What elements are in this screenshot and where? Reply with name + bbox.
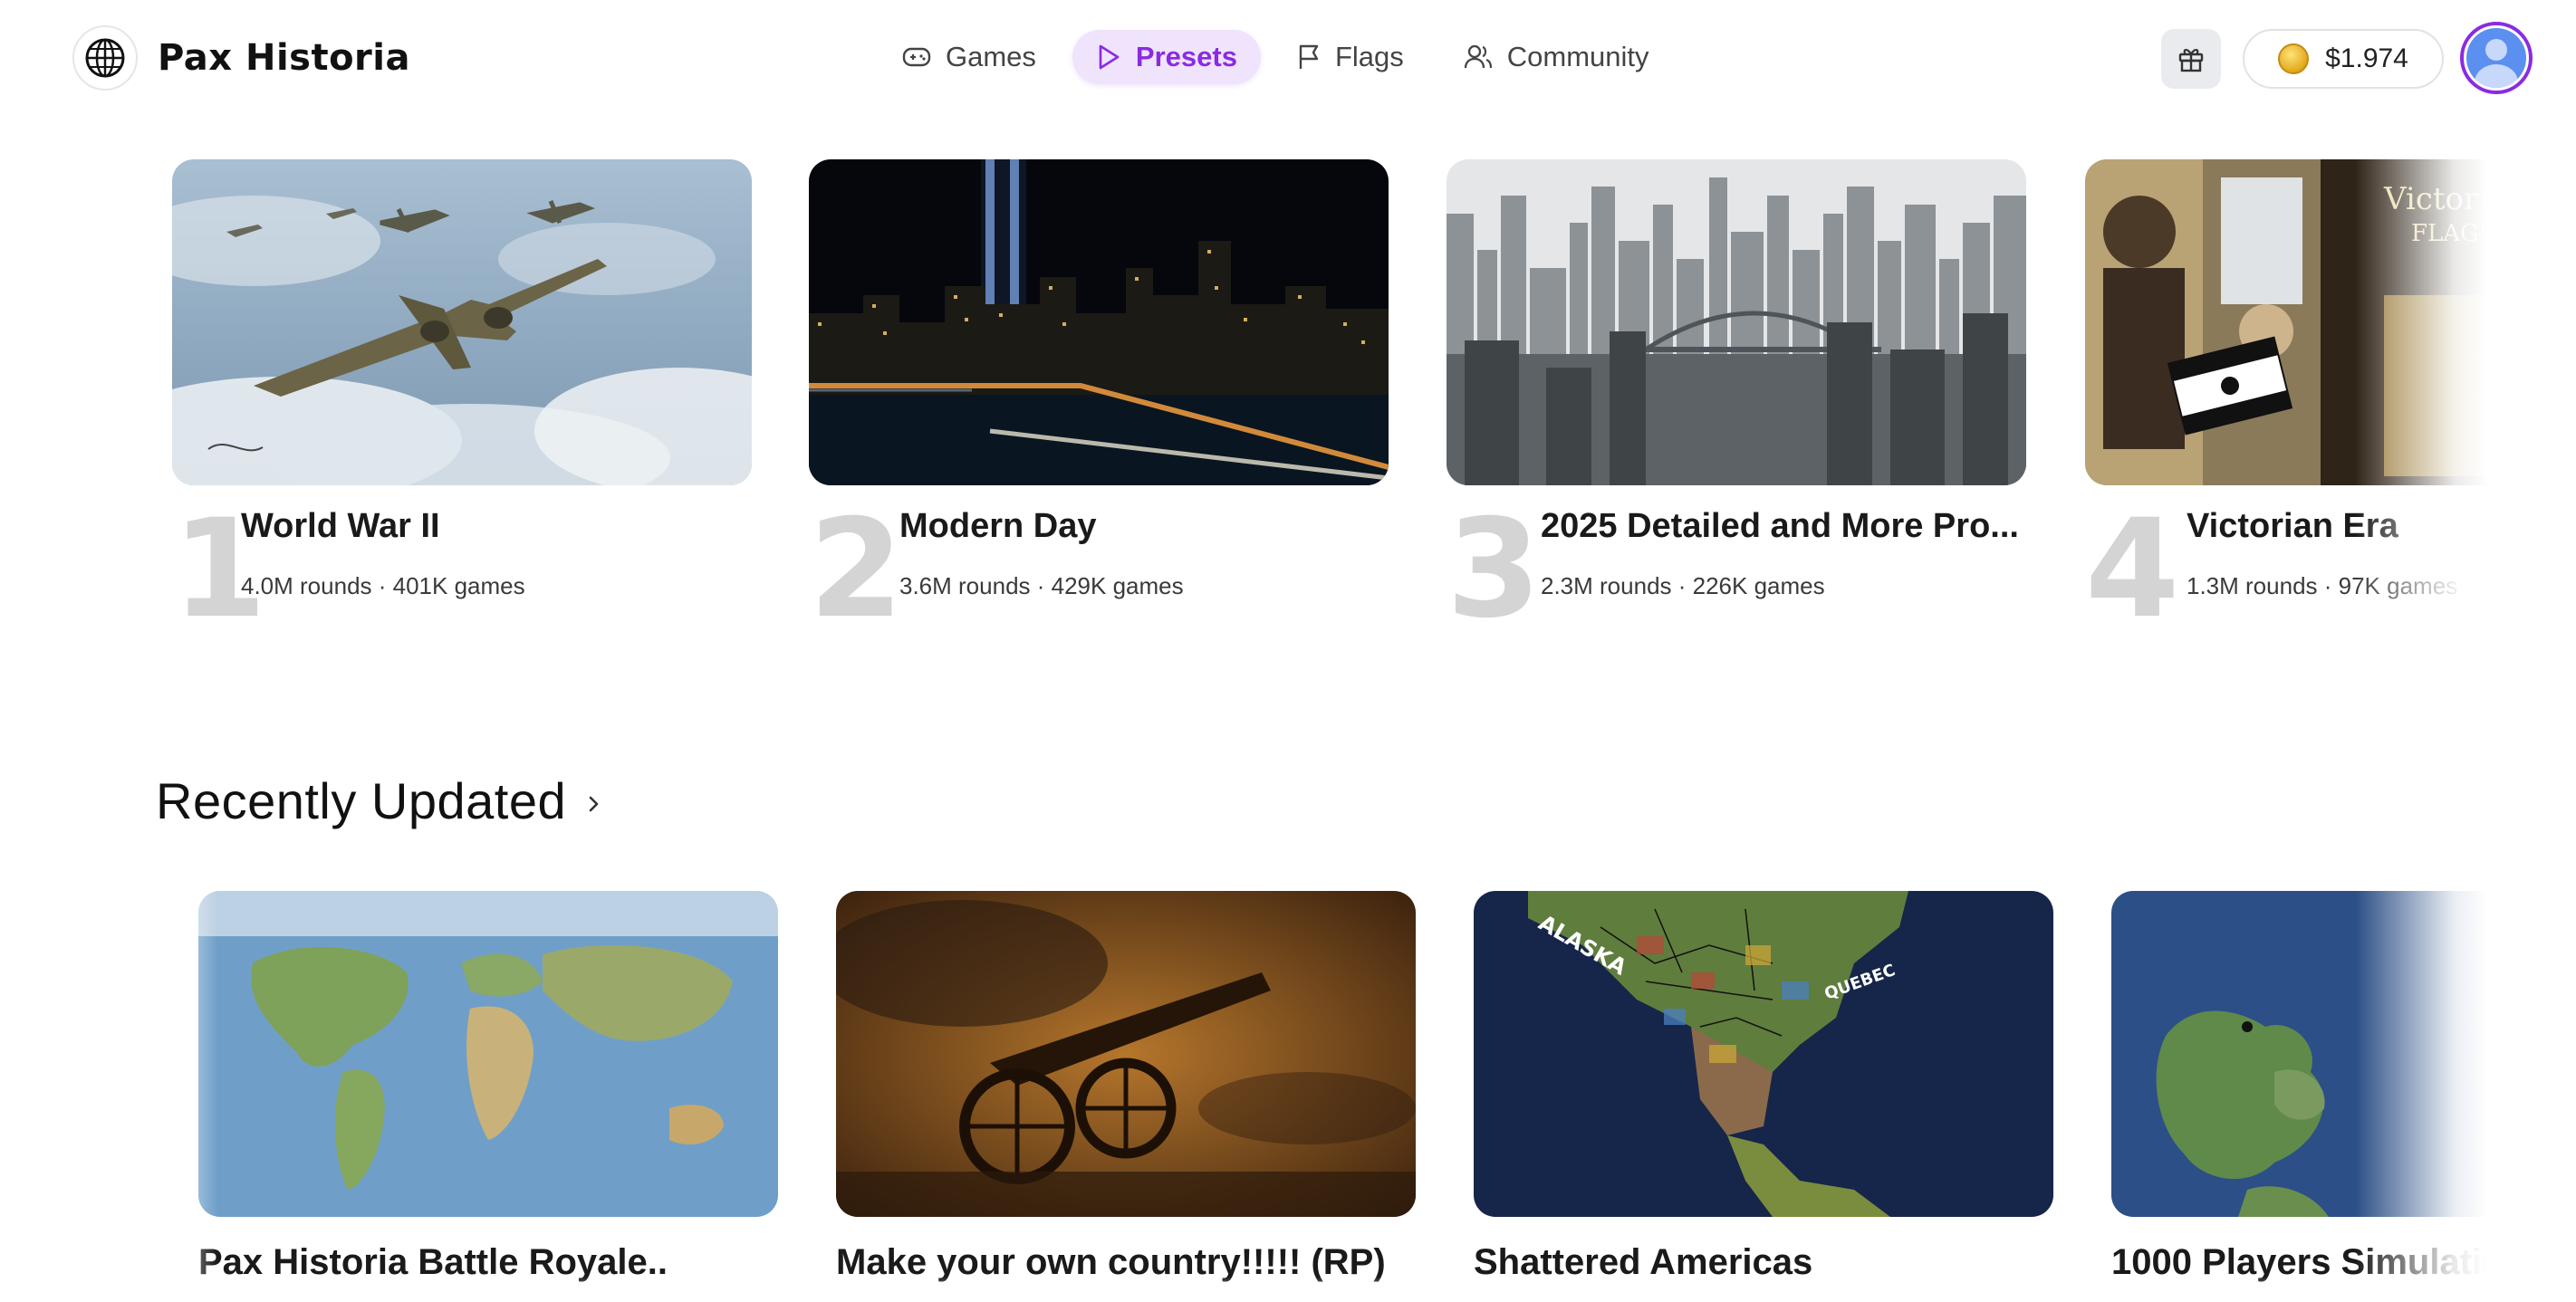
preset-stats: 4.0M rounds · 401K games <box>241 572 525 599</box>
recent-card[interactable]: 1000 Players Simulation <box>2111 891 2576 1282</box>
recent-thumbnail <box>198 891 778 1217</box>
main-nav: Games Presets Flags Community <box>879 29 1673 85</box>
recent-card[interactable]: Make your own country!!!!! (RP) <box>836 891 1416 1282</box>
users-icon <box>1464 44 1492 69</box>
balance-button[interactable]: $1.974 <box>2243 29 2444 89</box>
brand-name: Pax Historia <box>158 37 410 79</box>
nav-flags-label: Flags <box>1334 41 1404 72</box>
nav-games-label: Games <box>946 41 1036 72</box>
rank-number: 3 <box>1447 491 1542 630</box>
preset-title: 2025 Detailed and More Pro... <box>1541 507 2019 545</box>
preset-card-victorian-era[interactable]: Victorian Era FLAGS 4 Victorian Era 1.3M… <box>2085 159 2576 630</box>
svg-text:Victorian Era: Victorian Era <box>2383 181 2576 217</box>
gift-button[interactable] <box>2161 29 2221 89</box>
play-icon <box>1099 44 1120 70</box>
preset-thumbnail: Victorian Era FLAGS <box>2085 159 2576 485</box>
top-bar: Pax Historia Games Presets Flags Communi… <box>0 0 2576 114</box>
coin-icon <box>2278 43 2310 74</box>
bottom-fade-overlay <box>0 1277 2576 1302</box>
avatar-person-icon <box>2466 28 2526 88</box>
globe-logo-icon <box>72 25 138 91</box>
nav-presets[interactable]: Presets <box>1072 30 1261 84</box>
chevron-right-icon <box>589 796 599 811</box>
recent-card[interactable]: Pax Historia Battle Royale.. <box>198 891 778 1282</box>
nav-flags[interactable]: Flags <box>1274 30 1427 84</box>
balance-amount: $1.974 <box>2325 43 2408 73</box>
preset-title: Modern Day <box>899 507 1097 545</box>
gift-icon <box>2178 49 2204 72</box>
recently-updated-header[interactable]: Recently Updated <box>156 771 601 830</box>
nav-community-label: Community <box>1506 41 1649 72</box>
preset-stats: 2.3M rounds · 226K games <box>1541 572 1825 599</box>
recent-thumbnail <box>2111 891 2576 1217</box>
section-title: Recently Updated <box>156 772 567 829</box>
svg-text:FLAGS: FLAGS <box>2411 220 2495 247</box>
rank-number: 4 <box>2085 491 2180 630</box>
user-avatar[interactable] <box>2460 22 2533 94</box>
rank-number: 2 <box>809 491 904 630</box>
recent-thumbnail <box>836 891 1416 1217</box>
preset-card-world-war-ii[interactable]: 1 World War II 4.0M rounds · 401K games <box>172 159 752 630</box>
flag-icon <box>1299 44 1319 69</box>
preset-stats: 1.3M rounds · 97K games <box>2187 572 2458 599</box>
nav-games[interactable]: Games <box>879 30 1060 84</box>
preset-card-modern-day[interactable]: 2 Modern Day 3.6M rounds · 429K games <box>809 159 1389 630</box>
preset-thumbnail <box>1447 159 2026 485</box>
recent-card[interactable]: ALASKA QUEBEC Shattered Americas <box>1474 891 2053 1282</box>
preset-stats: 3.6M rounds · 429K games <box>899 572 1184 599</box>
preset-card-2025-detailed[interactable]: 3 2025 Detailed and More Pro... 2.3M rou… <box>1447 159 2026 630</box>
preset-title: World War II <box>241 507 440 545</box>
preset-thumbnail <box>172 159 752 485</box>
nav-community[interactable]: Community <box>1440 30 1673 84</box>
recent-thumbnail: ALASKA QUEBEC <box>1474 891 2053 1217</box>
recently-updated-row: Pax Historia Battle Royale.. Make your o… <box>0 891 2576 1302</box>
gamepad-icon <box>902 47 931 67</box>
preset-title: Victorian Era <box>2187 507 2398 545</box>
top-presets-row: 1 World War II 4.0M rounds · 401K games <box>0 159 2576 630</box>
brand[interactable]: Pax Historia <box>72 25 410 91</box>
preset-thumbnail <box>809 159 1389 485</box>
nav-presets-label: Presets <box>1135 41 1237 72</box>
